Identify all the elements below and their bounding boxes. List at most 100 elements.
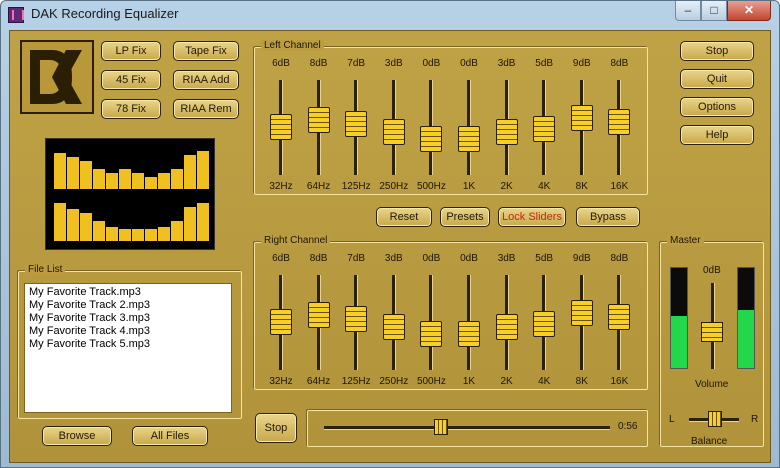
band-slider-thumb[interactable] — [345, 306, 368, 332]
right-band-16k: 8dB 16K — [601, 253, 637, 393]
title-bar[interactable]: DAK Recording Equalizer – □ ✕ — [1, 1, 779, 29]
band-slider-thumb[interactable] — [345, 111, 368, 137]
spectrum-bar — [80, 213, 92, 241]
quit-button[interactable]: Quit — [680, 69, 754, 89]
presets-button[interactable]: Presets — [440, 207, 490, 227]
file-list[interactable]: My Favorite Track.mp3 My Favorite Track 2… — [24, 283, 232, 413]
left-band-500hz: 0dB 500Hz — [413, 58, 449, 198]
riaa-add-button[interactable]: RIAA Add — [173, 70, 239, 90]
band-slider-thumb[interactable] — [570, 105, 593, 131]
balance-left-label: L — [669, 414, 675, 425]
band-slider-thumb[interactable] — [458, 321, 480, 347]
balance-label: Balance — [691, 436, 728, 447]
right-band-125hz: 7dB 125Hz — [338, 253, 374, 393]
file-list-item[interactable]: My Favorite Track 3.mp3 — [29, 312, 227, 325]
position-track[interactable] — [324, 426, 610, 430]
right-level-meter — [737, 267, 755, 369]
band-slider-thumb[interactable] — [420, 126, 443, 152]
band-gain-label: 8dB — [610, 58, 629, 69]
equalizer-panel: LP Fix Tape Fix 45 Fix RIAA Add 78 Fix RIAA R… — [9, 30, 771, 463]
band-slider-thumb[interactable] — [382, 119, 405, 145]
band-slider-thumb[interactable] — [307, 302, 330, 328]
band-slider-thumb[interactable] — [307, 107, 330, 133]
band-gain-label: 9dB — [572, 58, 591, 69]
app-icon[interactable] — [8, 7, 24, 23]
band-gain-label: 8dB — [610, 253, 629, 264]
78-fix-button[interactable]: 78 Fix — [101, 99, 161, 119]
spectrum-bar — [158, 227, 170, 241]
file-list-item[interactable]: My Favorite Track 5.mp3 — [29, 338, 227, 351]
band-slider-thumb[interactable] — [608, 109, 631, 135]
tape-fix-button[interactable]: Tape Fix — [173, 41, 239, 61]
band-gain-label: 0dB — [460, 253, 478, 264]
band-slider-thumb[interactable] — [608, 304, 631, 330]
left-band-1k: 0dB 1K — [451, 58, 487, 198]
right-band-64hz: 8dB 64Hz — [301, 253, 337, 393]
left-band-4k: 5dB 4K — [526, 58, 562, 198]
spectrum-bar — [119, 229, 131, 241]
left-band-32hz: 6dB 32Hz — [263, 58, 299, 198]
lock-sliders-button[interactable]: Lock Sliders — [498, 207, 566, 227]
band-gain-label: 8dB — [309, 253, 328, 264]
spectrum-bar — [93, 169, 105, 189]
right-band-1k: 0dB 1K — [451, 253, 487, 393]
maximize-button[interactable]: □ — [701, 1, 727, 21]
transport-stop-button[interactable]: Stop — [255, 413, 297, 443]
riaa-rem-button[interactable]: RIAA Rem — [173, 99, 239, 119]
spectrum-bar — [197, 203, 209, 241]
browse-button[interactable]: Browse — [42, 426, 112, 446]
all-files-button[interactable]: All Files — [132, 426, 208, 446]
band-slider-thumb[interactable] — [495, 314, 518, 340]
stop-button[interactable]: Stop — [680, 41, 754, 61]
file-list-title: File List — [25, 264, 66, 275]
spectrum-bar — [54, 153, 66, 189]
options-button[interactable]: Options — [680, 97, 754, 117]
right-channel-title: Right Channel — [261, 235, 331, 246]
spectrum-bar — [145, 229, 157, 241]
help-button[interactable]: Help — [680, 125, 754, 145]
right-band-250hz: 3dB 250Hz — [376, 253, 412, 393]
band-gain-label: 8dB — [309, 58, 328, 69]
band-gain-label: 6dB — [272, 58, 290, 69]
spectrum-bar — [132, 229, 144, 241]
45-fix-button[interactable]: 45 Fix — [101, 70, 161, 90]
spectrum-bar — [171, 221, 183, 241]
band-slider-thumb[interactable] — [270, 309, 292, 335]
band-slider-thumb[interactable] — [533, 311, 556, 337]
left-band-125hz: 7dB 125Hz — [338, 58, 374, 198]
lp-fix-button[interactable]: LP Fix — [101, 41, 161, 61]
volume-slider-thumb[interactable] — [701, 322, 723, 342]
right-band-500hz: 0dB 500Hz — [413, 253, 449, 393]
band-slider-thumb[interactable] — [570, 300, 593, 326]
spectrum-bar — [106, 173, 118, 189]
master-group: Master 0dB Volume L R Balance — [660, 235, 764, 447]
band-gain-label: 0dB — [422, 253, 441, 264]
spectrum-bar — [158, 173, 170, 189]
position-slider-thumb[interactable] — [434, 419, 448, 435]
right-band-32hz: 6dB 32Hz — [263, 253, 299, 393]
master-gain-label: 0dB — [703, 265, 721, 276]
band-slider-thumb[interactable] — [495, 119, 518, 145]
band-slider-thumb[interactable] — [382, 314, 405, 340]
app-window: DAK Recording Equalizer – □ ✕ LP Fix Tape… — [0, 0, 780, 468]
reset-button[interactable]: Reset — [376, 207, 432, 227]
spectrum-bar — [67, 157, 79, 189]
bypass-button[interactable]: Bypass — [576, 207, 640, 227]
band-gain-label: 0dB — [460, 58, 478, 69]
dak-logo-mark — [30, 50, 82, 104]
band-slider-thumb[interactable] — [533, 116, 556, 142]
file-list-item[interactable]: My Favorite Track 4.mp3 — [29, 325, 227, 338]
band-gain-label: 3dB — [497, 58, 516, 69]
balance-slider-thumb[interactable] — [708, 411, 722, 427]
band-slider-thumb[interactable] — [458, 126, 480, 152]
band-gain-label: 7dB — [347, 58, 366, 69]
band-slider-thumb[interactable] — [420, 321, 443, 347]
close-button[interactable]: ✕ — [727, 1, 771, 21]
band-slider-thumb[interactable] — [270, 114, 292, 140]
minimize-button[interactable]: – — [675, 1, 701, 21]
spectrum-bar — [145, 177, 157, 189]
spectrum-bar — [67, 209, 79, 241]
file-list-item[interactable]: My Favorite Track 2.mp3 — [29, 299, 227, 312]
band-gain-label: 3dB — [384, 58, 403, 69]
file-list-item[interactable]: My Favorite Track.mp3 — [29, 286, 227, 299]
